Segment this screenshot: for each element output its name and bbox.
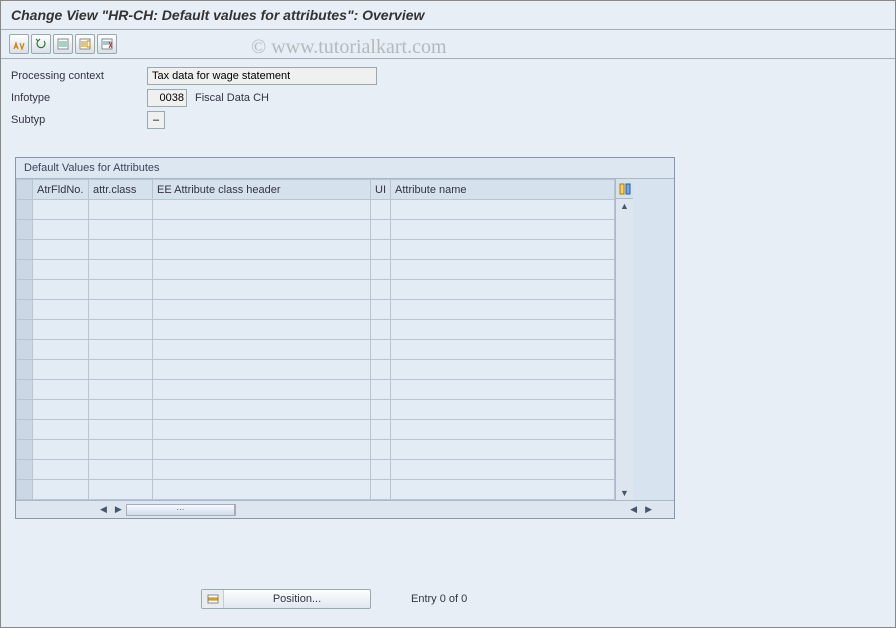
page-title: Change View "HR-CH: Default values for a…: [1, 1, 895, 30]
table-row[interactable]: [17, 200, 615, 220]
table-row[interactable]: [17, 380, 615, 400]
row-selector-header[interactable]: [17, 180, 33, 200]
scroll-left2-icon[interactable]: ◀: [626, 504, 641, 515]
infotype-text: Fiscal Data CH: [193, 92, 269, 104]
column-atrfldno[interactable]: AtrFldNo.: [33, 180, 89, 200]
new-entry-button[interactable]: [53, 34, 73, 54]
table-caption: Default Values for Attributes: [16, 158, 674, 179]
scroll-left-icon[interactable]: ◀: [96, 504, 111, 515]
position-label: Position...: [224, 593, 370, 605]
table-row[interactable]: [17, 460, 615, 480]
toggle-display-change-button[interactable]: [9, 34, 29, 54]
column-ee-header[interactable]: EE Attribute class header: [153, 180, 371, 200]
table-row[interactable]: [17, 480, 615, 500]
table-row[interactable]: [17, 280, 615, 300]
scroll-right-icon[interactable]: ▶: [111, 504, 126, 515]
entry-count-text: Entry 0 of 0: [411, 593, 467, 605]
table-row[interactable]: [17, 320, 615, 340]
table-row[interactable]: [17, 300, 615, 320]
table-row[interactable]: [17, 420, 615, 440]
scroll-thumb[interactable]: ⋯: [127, 505, 235, 515]
delete-entry-button[interactable]: [97, 34, 117, 54]
table-row[interactable]: [17, 440, 615, 460]
position-icon: [202, 590, 224, 608]
table-row[interactable]: [17, 220, 615, 240]
column-ui[interactable]: UI: [371, 180, 391, 200]
subtyp-label: Subtyp: [11, 114, 141, 126]
table-vertical-scrollbar[interactable]: ▲ ▼: [615, 199, 633, 500]
table-row[interactable]: [17, 400, 615, 420]
table-row[interactable]: [17, 360, 615, 380]
toolbar: [1, 30, 895, 59]
attributes-table[interactable]: AtrFldNo. attr.class EE Attribute class …: [16, 179, 615, 500]
table-row[interactable]: [17, 240, 615, 260]
scroll-right2-icon[interactable]: ▶: [641, 504, 656, 515]
table-row[interactable]: [17, 340, 615, 360]
infotype-code-field[interactable]: [147, 89, 187, 107]
infotype-label: Infotype: [11, 92, 141, 104]
column-attribute-name[interactable]: Attribute name: [391, 180, 615, 200]
processing-context-label: Processing context: [11, 70, 141, 82]
scroll-down-icon[interactable]: ▼: [620, 486, 629, 500]
table-row[interactable]: [17, 260, 615, 280]
undo-button[interactable]: [31, 34, 51, 54]
position-button[interactable]: Position...: [201, 589, 371, 609]
column-attr-class[interactable]: attr.class: [89, 180, 153, 200]
table-configure-icon[interactable]: [615, 179, 633, 199]
processing-context-field[interactable]: [147, 67, 377, 85]
table-horizontal-scrollbar[interactable]: ◀ ▶ ⋯ ◀ ▶: [16, 500, 674, 518]
attributes-table-container: Default Values for Attributes AtrFldNo. …: [15, 157, 675, 519]
scroll-up-icon[interactable]: ▲: [620, 199, 629, 213]
footer-bar: Position... Entry 0 of 0: [1, 589, 895, 609]
form-area: Processing context Infotype Fiscal Data …: [1, 59, 895, 141]
copy-entry-button[interactable]: [75, 34, 95, 54]
subtyp-field[interactable]: [147, 111, 165, 129]
